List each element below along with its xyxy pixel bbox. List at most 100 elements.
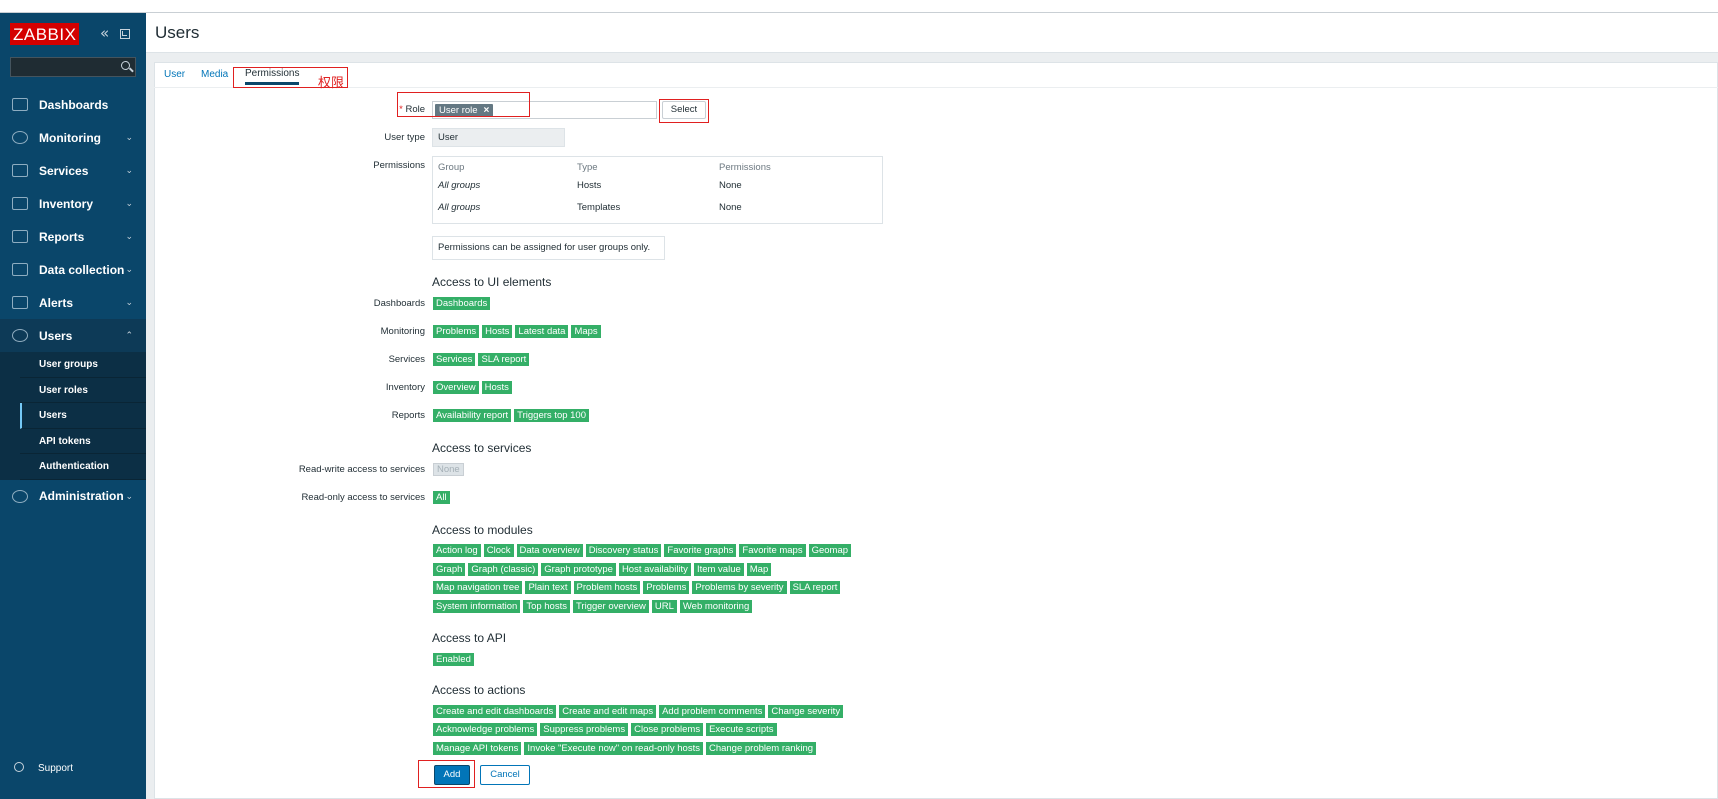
module-tag: Clock [483, 544, 514, 557]
action-tag: Manage API tokens [433, 742, 522, 755]
search-icon[interactable] [121, 61, 130, 70]
module-tag: Problem hosts [573, 581, 641, 594]
action-tag: Acknowledge problems [433, 723, 538, 736]
ui-label-inventory: Inventory [385, 382, 425, 393]
action-tag: Create and edit maps [559, 705, 657, 718]
menu-administration[interactable]: Administration ⌄ [0, 480, 146, 513]
module-tag: Trigger overview [572, 600, 649, 613]
section-modules: Access to modules [432, 523, 533, 537]
module-tags-row-2: Graph Graph (classic) Graph prototype Ho… [433, 563, 772, 576]
action-tag: Close problems [631, 723, 704, 736]
chevron-down-icon: ⌄ [125, 490, 133, 501]
submenu-authentication[interactable]: Authentication [20, 454, 146, 480]
access-tag: Triggers top 100 [514, 409, 589, 422]
submenu-user-roles[interactable]: User roles [20, 378, 146, 403]
permissions-table: Group Type Permissions All groups Hosts … [432, 156, 883, 224]
chevron-down-icon: ⌄ [125, 198, 133, 208]
menu-data-collection[interactable]: Data collection ⌄ [0, 253, 146, 286]
access-tag: Enabled [433, 653, 474, 666]
access-tag: Maps [571, 325, 601, 338]
access-tag: Problems [433, 325, 480, 338]
ui-label-dashboards: Dashboards [373, 298, 425, 309]
table-header-type: Type [577, 162, 598, 173]
submenu-api-tokens[interactable]: API tokens [20, 429, 146, 454]
ui-label-services: Services [388, 354, 425, 365]
submenu-user-groups[interactable]: User groups [20, 352, 146, 378]
menu-users[interactable]: Users ⌃ [0, 319, 146, 352]
logo-row: ZABBIX « [10, 23, 140, 45]
page-title: Users [155, 23, 200, 42]
sidebar: ZABBIX « Dashboards Monitoring ⌄ Service… [0, 13, 146, 799]
action-tags-row-3: Manage API tokens Invoke "Execute now" o… [433, 742, 817, 755]
section-api: Access to API [432, 631, 507, 645]
support-label: Support [38, 763, 74, 774]
menu-monitoring[interactable]: Monitoring ⌄ [0, 121, 146, 154]
ui-label-monitoring: Monitoring [380, 326, 425, 337]
services-icon [12, 164, 28, 177]
chevron-down-icon: ⌄ [125, 297, 133, 307]
support-link[interactable]: Support [14, 762, 73, 774]
collapse-sidebar-icon[interactable]: « [100, 25, 109, 41]
module-tag: SLA report [789, 581, 841, 594]
access-tag-none: None [433, 463, 464, 476]
tab-media[interactable]: Media [201, 69, 228, 80]
access-tag: Hosts [482, 325, 513, 338]
action-tag: Execute scripts [706, 723, 777, 736]
access-tag: Services [433, 353, 476, 366]
menu-label: Alerts [39, 295, 74, 310]
support-icon [14, 762, 24, 772]
action-tag: Change problem ranking [705, 742, 817, 755]
gear-icon [12, 489, 28, 503]
module-tag: Problems by severity [692, 581, 787, 594]
ui-label-reports: Reports [391, 410, 425, 421]
module-tags-row-3: Map navigation tree Plain text Problem h… [433, 581, 841, 594]
module-tag: Map [746, 563, 772, 576]
table-cell: None [719, 202, 742, 213]
envelope-icon [12, 296, 28, 309]
menu-alerts[interactable]: Alerts ⌄ [0, 286, 146, 319]
menu-label: Inventory [39, 196, 94, 211]
section-actions: Access to actions [432, 683, 526, 697]
sidebar-search-input[interactable] [10, 57, 136, 77]
page-header: Users [146, 13, 1718, 53]
table-header-permissions: Permissions [719, 162, 771, 173]
action-tag: Add problem comments [659, 705, 766, 718]
table-cell: All groups [438, 180, 481, 191]
report-icon [12, 230, 28, 243]
rw-services-label: Read-write access to services [298, 464, 425, 475]
submenu-users[interactable]: Users [20, 403, 146, 429]
module-tag: System information [433, 600, 521, 613]
module-tags-row-4: System information Top hosts Trigger ove… [433, 600, 753, 613]
module-tag: URL [651, 600, 677, 613]
chevron-down-icon: ⌄ [125, 165, 133, 175]
action-tag: Change severity [768, 705, 844, 718]
module-tag: Graph (classic) [468, 563, 539, 576]
chevron-down-icon: ⌄ [125, 231, 133, 241]
ui-tags-monitoring: Problems Hosts Latest data Maps [433, 325, 601, 338]
table-header-group: Group [438, 162, 465, 173]
module-tag: Favorite maps [739, 544, 806, 557]
module-tag: Plain text [525, 581, 571, 594]
access-tag: Availability report [433, 409, 512, 422]
menu-reports[interactable]: Reports ⌄ [0, 220, 146, 253]
action-tags-row-1: Create and edit dashboards Create and ed… [433, 705, 844, 718]
cancel-button[interactable]: Cancel [480, 765, 530, 785]
module-tag: Item value [693, 563, 744, 576]
access-tag: SLA report [478, 353, 530, 366]
action-tag: Invoke "Execute now" on read-only hosts [524, 742, 703, 755]
users-submenu: User groups User roles Users API tokens … [0, 352, 146, 480]
dashboard-icon [12, 98, 28, 111]
menu-inventory[interactable]: Inventory ⌄ [0, 187, 146, 220]
zabbix-logo[interactable]: ZABBIX [10, 23, 80, 45]
action-tag: Suppress problems [540, 723, 629, 736]
tab-user[interactable]: User [164, 69, 185, 80]
menu-services[interactable]: Services ⌄ [0, 154, 146, 187]
user-type-label: User type [384, 132, 425, 143]
annotation-box-role [397, 92, 530, 117]
menu-label: Data collection [39, 262, 125, 277]
access-tag: Overview [433, 381, 479, 394]
kiosk-mode-icon[interactable] [120, 29, 130, 39]
menu-dashboards[interactable]: Dashboards [0, 88, 146, 121]
download-icon [12, 263, 28, 276]
menu-label: Services [39, 163, 89, 178]
